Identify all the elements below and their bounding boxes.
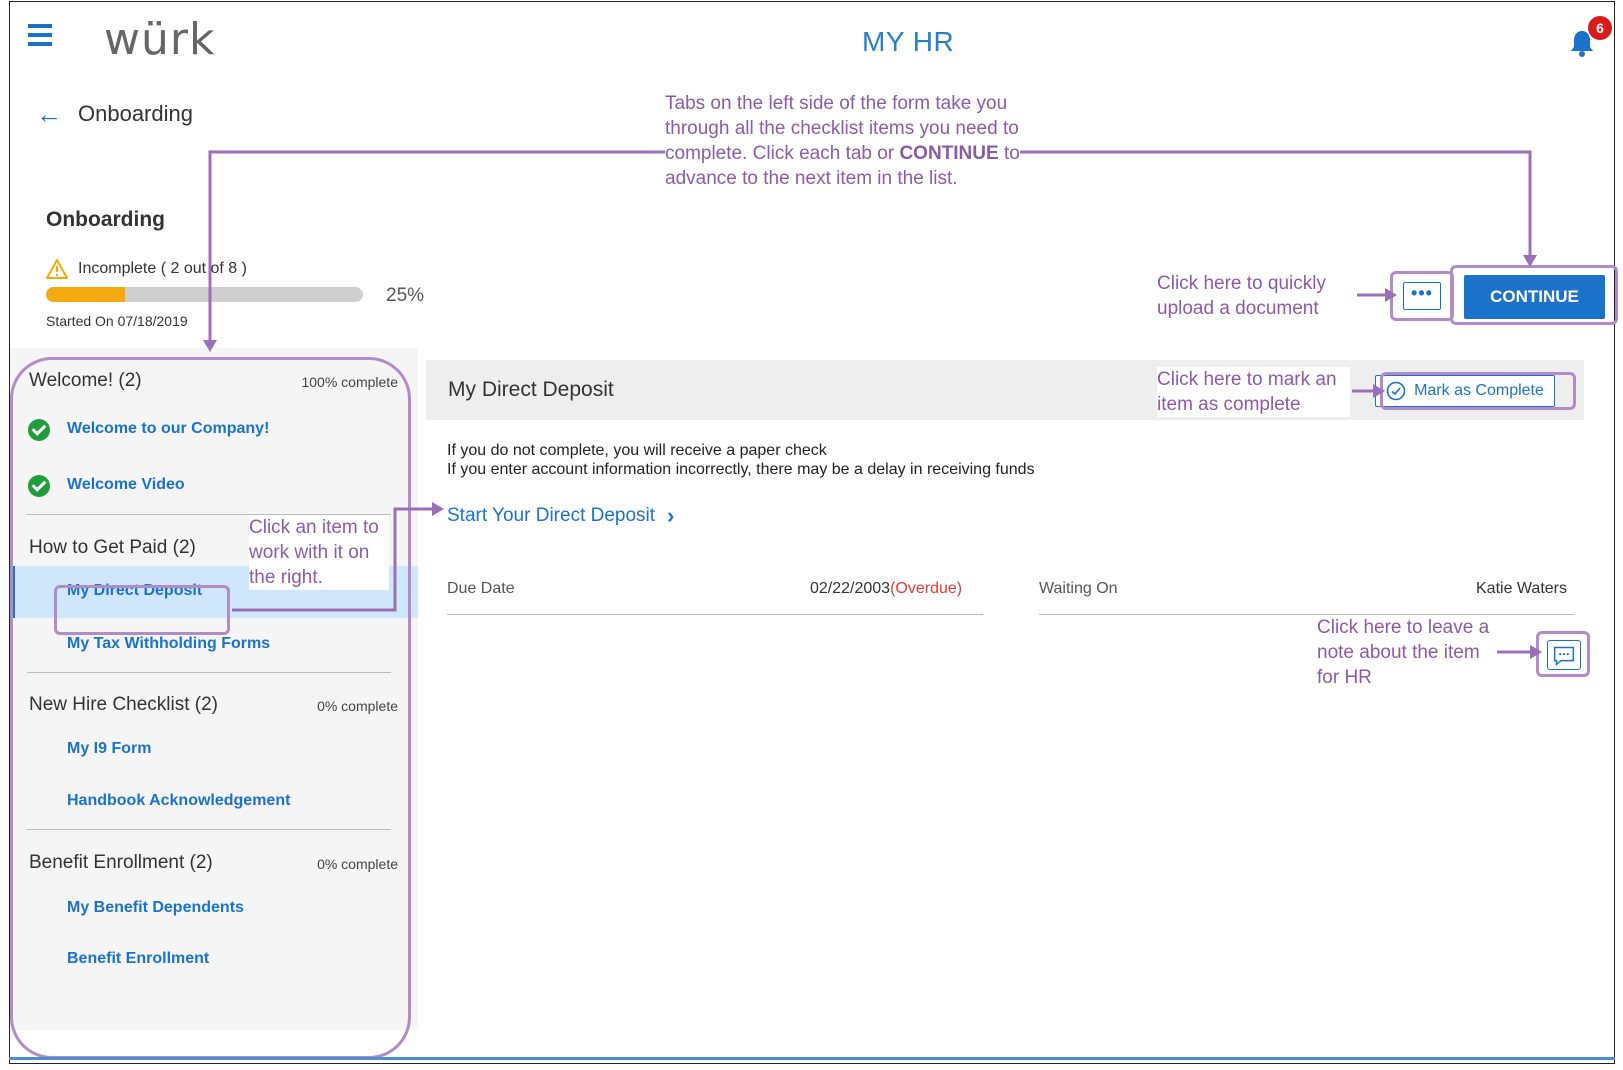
mark-callout: Click here to mark an item as complete (1157, 367, 1350, 417)
tabs-callout: Tabs on the left side of the form take y… (665, 91, 1020, 191)
note-callout: Click here to leave a note about the ite… (1317, 615, 1497, 690)
item-callout: Click an item to work with it on the rig… (249, 515, 389, 590)
bottom-rule (9, 1057, 1615, 1060)
tabs-callout-bold: CONTINUE (899, 143, 999, 164)
upload-callout: Click here to quickly upload a document (1157, 271, 1357, 321)
